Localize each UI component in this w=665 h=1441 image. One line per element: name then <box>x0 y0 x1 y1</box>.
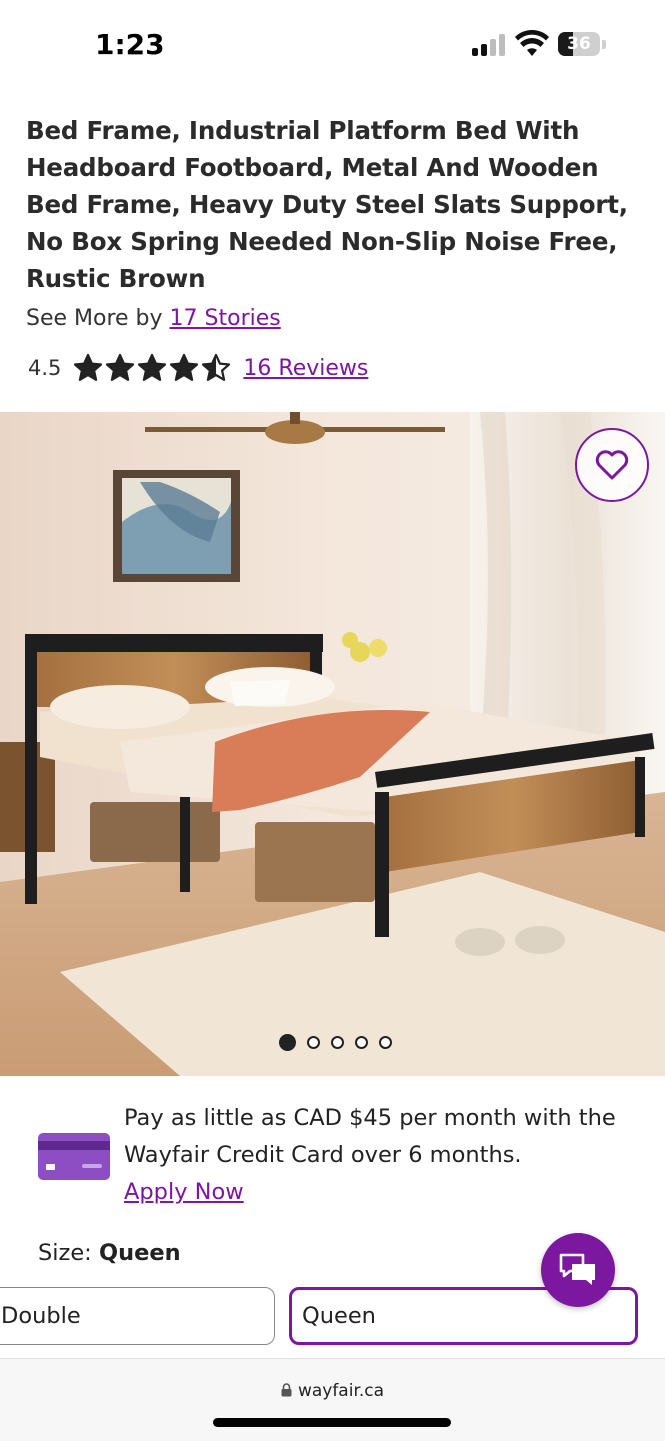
carousel-dot[interactable] <box>355 1036 368 1049</box>
see-more-label: See More by <box>26 306 163 331</box>
star-full-icon <box>106 353 135 381</box>
favorite-button[interactable] <box>575 428 649 502</box>
wifi-icon <box>515 30 549 56</box>
carousel-dot[interactable] <box>307 1036 320 1049</box>
rating-row: 4.5 16 Reviews <box>28 350 368 386</box>
size-option-label: Queen <box>302 1303 376 1329</box>
product-title: Bed Frame, Industrial Platform Bed With … <box>26 116 628 293</box>
credit-card-icon <box>38 1133 110 1180</box>
credit-promo-text: Pay as little as CAD $45 per month with … <box>124 1100 624 1211</box>
cellular-signal-icon <box>472 34 506 56</box>
lock-icon <box>281 1383 292 1397</box>
brand-link[interactable]: 17 Stories <box>170 306 281 331</box>
status-time: 1:23 <box>95 28 165 61</box>
size-option-label: Double <box>1 1303 81 1329</box>
star-full-icon <box>74 353 103 381</box>
battery-level: 36 <box>567 34 591 54</box>
rating-stars <box>73 353 231 383</box>
product-image <box>0 412 665 1076</box>
status-bar: 1:23 36 <box>0 0 665 90</box>
star-full-icon <box>170 353 199 381</box>
browser-address-bar[interactable]: wayfair.ca <box>0 1358 665 1441</box>
home-indicator <box>213 1418 451 1427</box>
carousel-dot[interactable] <box>279 1034 296 1051</box>
see-more-by: See More by 17 Stories <box>26 306 281 331</box>
size-label-prefix: Size: <box>38 1240 92 1266</box>
product-image-carousel[interactable] <box>0 412 665 1076</box>
credit-promo-copy: Pay as little as CAD $45 per month with … <box>124 1105 616 1168</box>
size-label: Size: Queen <box>38 1240 181 1266</box>
carousel-dot[interactable] <box>379 1036 392 1049</box>
chat-button[interactable] <box>541 1233 615 1307</box>
reviews-link[interactable]: 16 Reviews <box>243 356 368 381</box>
selected-size: Queen <box>98 1240 181 1266</box>
heart-icon <box>595 450 629 480</box>
star-full-icon <box>138 353 167 381</box>
size-option-double[interactable]: Double <box>0 1287 275 1345</box>
battery-icon: 36 <box>558 32 600 56</box>
apply-now-link[interactable]: Apply Now <box>124 1174 244 1211</box>
rating-value: 4.5 <box>28 356 62 380</box>
carousel-dot[interactable] <box>331 1036 344 1049</box>
star-half-icon <box>202 353 231 381</box>
url-display: wayfair.ca <box>0 1381 665 1401</box>
carousel-dots <box>3 1034 665 1051</box>
chat-icon <box>559 1253 595 1285</box>
url-text: wayfair.ca <box>297 1381 385 1401</box>
